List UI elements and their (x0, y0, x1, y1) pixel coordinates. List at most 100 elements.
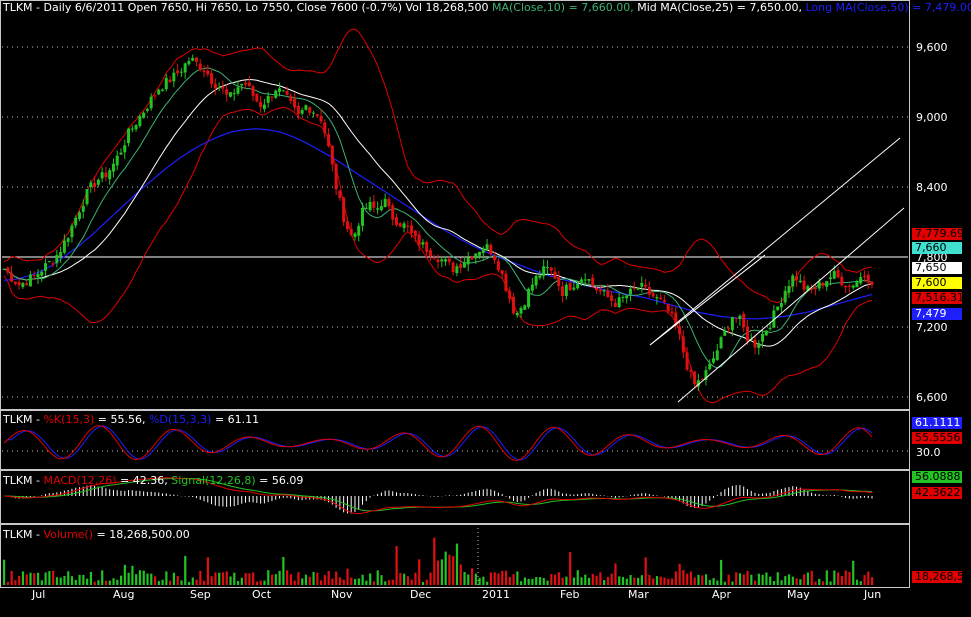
candle-body (628, 288, 632, 295)
volume-bar (508, 576, 511, 585)
candle-body (296, 105, 300, 115)
volume-bar (127, 572, 130, 585)
candle-body (595, 287, 599, 291)
candle-body (421, 242, 425, 245)
candle-body (406, 225, 410, 227)
candle-body (2, 268, 6, 270)
volume-bar (123, 564, 126, 585)
candle-body (579, 279, 583, 283)
volume-bar (286, 570, 289, 585)
volume-bar (335, 571, 338, 585)
volume-bar (821, 581, 825, 585)
volume-bar (101, 570, 104, 585)
volume-bar (399, 573, 402, 585)
volume-bar (716, 580, 719, 585)
candle-body (236, 87, 240, 94)
candle-body (817, 281, 821, 289)
candle-body (813, 287, 817, 290)
candle-body (157, 89, 161, 95)
volume-bar (206, 557, 209, 585)
stoch-k-line (3, 425, 873, 461)
volume-bar (433, 537, 436, 585)
volume-bar (418, 559, 421, 585)
close-tag: 7,600 (912, 277, 962, 289)
volume-bar (184, 555, 187, 585)
volume-bar (10, 571, 13, 585)
candle-body (742, 313, 746, 328)
lower-band-tag: 7,516.31 (912, 292, 964, 304)
month-label: Apr (712, 588, 732, 601)
candle-body (519, 307, 523, 314)
volume-bar (818, 578, 821, 585)
candle-body (455, 266, 459, 274)
stoch-d-tag: 55.5556 (912, 432, 962, 444)
candle-body (149, 96, 153, 109)
volume-bar (720, 559, 723, 585)
candle-body (428, 250, 432, 257)
volume-bar (221, 572, 225, 585)
candle-body (145, 108, 149, 111)
candle-body (104, 172, 108, 178)
volume-value: = 18,268,500.00 (93, 528, 190, 541)
volume-bar (482, 576, 485, 585)
volume-bar (761, 574, 764, 585)
candle-body (130, 128, 134, 130)
candle-body (270, 96, 274, 98)
volume-bar (686, 573, 689, 585)
volume-bar (738, 573, 742, 585)
candle-body (187, 60, 191, 65)
candle-body (228, 92, 232, 97)
candle-body (859, 277, 863, 284)
stoch-d-label: %D(15,3,3) (148, 413, 212, 426)
volume-bar (350, 577, 353, 585)
ma10-line (3, 67, 873, 369)
candle-body (40, 271, 44, 276)
volume-bar (187, 581, 191, 585)
stoch-k-label: %K(15,3) (43, 413, 95, 426)
candle-body (394, 217, 398, 225)
volume-bar (308, 576, 311, 585)
stoch-k-tag: 61.1111 (912, 417, 962, 429)
volume-bar (682, 570, 685, 585)
volume-bar (97, 580, 100, 585)
candle-body (191, 57, 195, 61)
candle-body (549, 267, 553, 271)
month-label: May (787, 588, 810, 601)
candle-body (255, 94, 259, 102)
volume-bar (474, 573, 477, 585)
candle-body (527, 288, 531, 307)
volume-bar (218, 572, 221, 585)
candle-body (787, 286, 791, 293)
volume-bar (267, 570, 270, 585)
macd-value: = 42.36, (116, 474, 172, 487)
candle-body (583, 279, 587, 281)
candle-body (798, 280, 802, 283)
candle-body (266, 95, 270, 103)
volume-bar (527, 578, 530, 585)
volume-bar (701, 575, 704, 585)
volume-bar (142, 570, 145, 585)
candle-body (179, 71, 183, 73)
candle-body (847, 285, 851, 287)
volume-bar (414, 572, 417, 585)
candle-body (372, 201, 376, 208)
candle-body (6, 267, 10, 273)
volume-bar (735, 572, 738, 585)
volume-bar (731, 581, 734, 585)
candle-body (47, 261, 51, 263)
volume-bar (640, 575, 643, 585)
candle-body (870, 281, 874, 285)
trendline-lower (677, 207, 905, 403)
volume-bar (512, 574, 515, 585)
candle-body (598, 289, 602, 292)
volume-bar (48, 571, 51, 585)
candle-body (89, 182, 93, 187)
candle-body (153, 95, 157, 97)
stoch-k-value: = 55.56, (94, 413, 149, 426)
volume-bar (833, 570, 836, 585)
candle-body (338, 190, 342, 198)
volume-bar (493, 572, 496, 585)
candle-body (123, 145, 127, 153)
volume-bar (421, 581, 425, 585)
candle-body (496, 261, 500, 271)
